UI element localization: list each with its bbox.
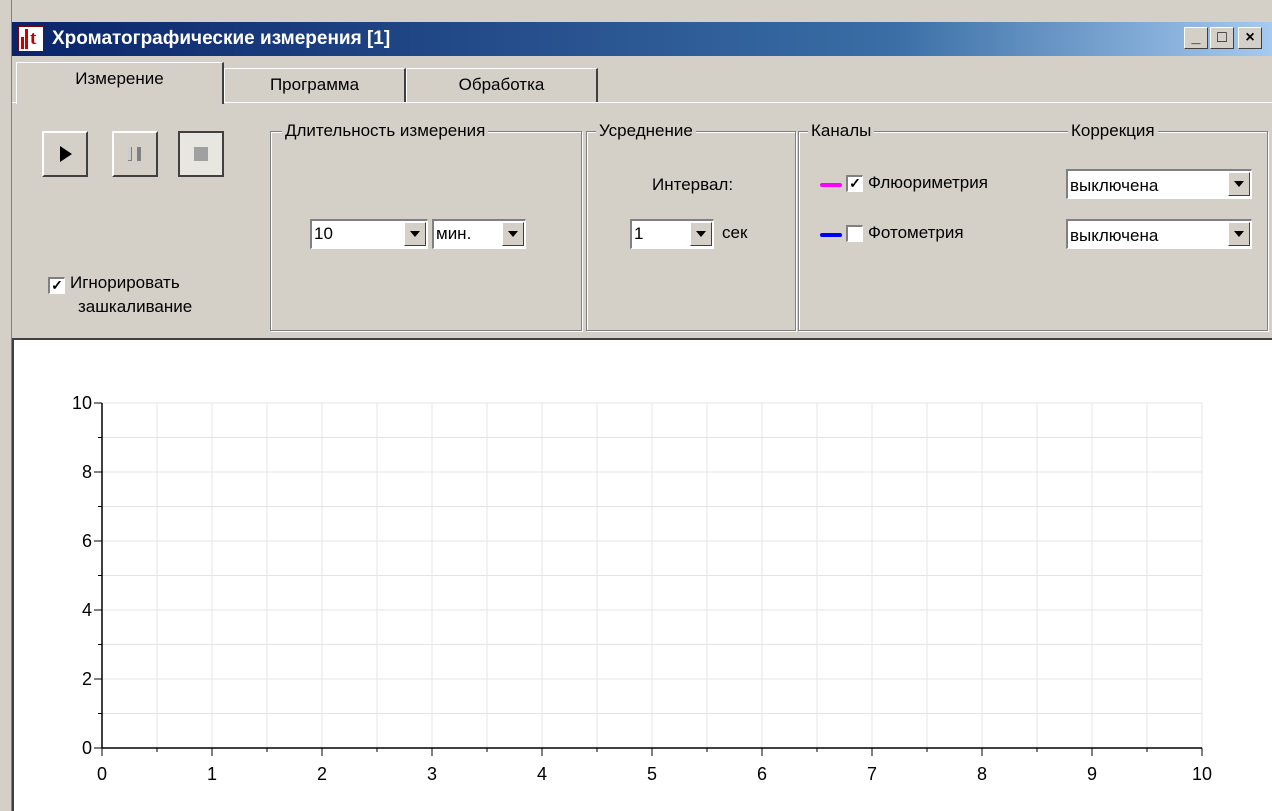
fluorimetry-color-swatch bbox=[820, 183, 842, 187]
duration-value: 10 bbox=[314, 224, 333, 243]
fluorimetry-label: Флюориметрия bbox=[868, 173, 988, 192]
tab-label: Измерение bbox=[75, 69, 164, 88]
x-tick-label: 7 bbox=[867, 764, 877, 784]
y-tick-label: 2 bbox=[82, 669, 92, 689]
averaging-group-title: Усреднение bbox=[596, 121, 696, 141]
x-tick-label: 4 bbox=[537, 764, 547, 784]
window-title: Хроматографические измерения [1] bbox=[52, 28, 391, 49]
x-tick-label: 5 bbox=[647, 764, 657, 784]
chevron-down-icon[interactable] bbox=[502, 222, 524, 246]
pause-button[interactable] bbox=[112, 131, 158, 177]
duration-value-select[interactable]: 10 bbox=[310, 219, 428, 249]
chevron-down-icon[interactable] bbox=[1228, 222, 1250, 246]
chevron-down-icon[interactable] bbox=[1228, 172, 1250, 196]
app-logo-icon: t bbox=[18, 26, 44, 52]
stop-icon bbox=[194, 147, 208, 161]
fluorimetry-checkbox[interactable]: ✓ bbox=[846, 175, 863, 192]
chevron-down-icon[interactable] bbox=[404, 222, 426, 246]
duration-unit: мин. bbox=[436, 224, 472, 243]
photometry-color-swatch bbox=[820, 233, 842, 237]
chevron-down-icon[interactable] bbox=[690, 222, 712, 246]
ignore-clipping-checkbox[interactable]: ✓ bbox=[48, 277, 65, 294]
play-icon bbox=[60, 146, 72, 162]
minimize-button[interactable]: _ bbox=[1184, 27, 1208, 49]
interval-value: 1 bbox=[634, 224, 644, 243]
window-left-border bbox=[0, 0, 12, 811]
channels-group-title: Каналы bbox=[808, 121, 875, 141]
stop-button[interactable] bbox=[178, 131, 224, 177]
tab-label: Обработка bbox=[458, 75, 545, 94]
chart-panel: 0 1 2 3 4 5 6 7 8 9 10 0 2 4 6 8 10 bbox=[12, 338, 1272, 811]
interval-select[interactable]: 1 bbox=[630, 219, 714, 249]
chromatogram-chart: 0 1 2 3 4 5 6 7 8 9 10 0 2 4 6 8 10 bbox=[72, 393, 1212, 784]
pause-icon bbox=[128, 147, 141, 161]
ignore-clipping-label-line2: зашкаливание bbox=[78, 297, 193, 316]
y-tick-label: 0 bbox=[82, 738, 92, 758]
x-tick-label: 10 bbox=[1192, 764, 1212, 784]
close-button[interactable]: × bbox=[1238, 27, 1262, 49]
y-tick-label: 6 bbox=[82, 531, 92, 551]
interval-unit: сек bbox=[722, 223, 748, 242]
interval-label: Интервал: bbox=[652, 175, 734, 194]
x-tick-label: 2 bbox=[317, 764, 327, 784]
fluorimetry-correction-value: выключена bbox=[1070, 176, 1159, 195]
y-tick-label: 10 bbox=[72, 393, 92, 413]
tab-panel-measurement: ✓ Игнорировать зашкаливание Длительность… bbox=[12, 102, 1272, 338]
tab-measurement[interactable]: Измерение bbox=[16, 62, 224, 104]
duration-group-title: Длительность измерения bbox=[282, 121, 489, 141]
ignore-clipping-label-line1: Игнорировать bbox=[70, 273, 180, 292]
x-tick-label: 6 bbox=[757, 764, 767, 784]
x-tick-label: 3 bbox=[427, 764, 437, 784]
y-tick-label: 8 bbox=[82, 462, 92, 482]
x-tick-label: 0 bbox=[97, 764, 107, 784]
maximize-icon: □ bbox=[1217, 29, 1227, 46]
x-tick-label: 9 bbox=[1087, 764, 1097, 784]
title-bar[interactable]: t Хроматографические измерения [1] _ □ × bbox=[12, 22, 1272, 56]
maximize-button[interactable]: □ bbox=[1210, 27, 1234, 49]
app-window: t Хроматографические измерения [1] _ □ ×… bbox=[0, 0, 1272, 811]
photometry-label: Фотометрия bbox=[868, 223, 964, 242]
photometry-checkbox[interactable] bbox=[846, 225, 863, 242]
x-tick-label: 1 bbox=[207, 764, 217, 784]
x-tick-label: 8 bbox=[977, 764, 987, 784]
minimize-icon: _ bbox=[1191, 29, 1201, 46]
y-tick-label: 4 bbox=[82, 600, 92, 620]
close-icon: × bbox=[1245, 29, 1255, 46]
tab-program[interactable]: Программа bbox=[224, 68, 406, 102]
correction-group-title: Коррекция bbox=[1068, 121, 1158, 141]
start-button[interactable] bbox=[42, 131, 88, 177]
photometry-correction-value: выключена bbox=[1070, 226, 1159, 245]
toolbar-area: Измерение Программа Обработка ✓ Игнориро… bbox=[12, 56, 1272, 338]
fluorimetry-correction-select[interactable]: выключена bbox=[1066, 169, 1252, 199]
duration-unit-select[interactable]: мин. bbox=[432, 219, 526, 249]
photometry-correction-select[interactable]: выключена bbox=[1066, 219, 1252, 249]
tab-label: Программа bbox=[269, 75, 360, 94]
tab-processing[interactable]: Обработка bbox=[406, 68, 598, 102]
